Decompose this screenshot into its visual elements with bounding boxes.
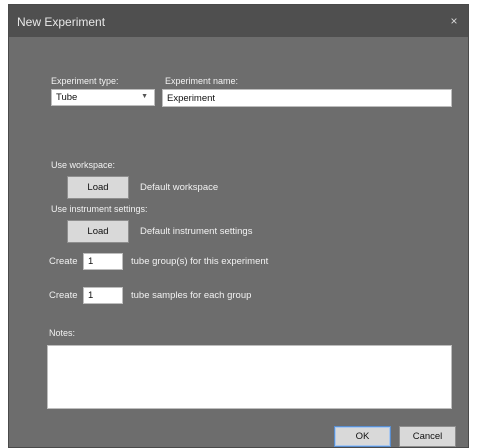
cancel-button[interactable]: Cancel [399,426,456,447]
load-instrument-settings-button[interactable]: Load [67,220,129,243]
close-icon[interactable]: × [446,13,462,29]
tube-samples-suffix: tube samples for each group [131,290,252,301]
experiment-type-select[interactable]: Tube ▼ [51,89,155,106]
use-workspace-label: Use workspace: [51,160,116,170]
chevron-down-icon: ▼ [141,93,148,100]
use-instrument-settings-label: Use instrument settings: [51,204,148,214]
create-tube-groups-label: Create [49,256,78,267]
load-workspace-button[interactable]: Load [67,176,129,199]
create-tube-samples-label: Create [49,290,78,301]
tube-groups-suffix: tube group(s) for this experiment [131,256,269,267]
default-instrument-settings-text: Default instrument settings [140,226,253,237]
experiment-name-input[interactable] [162,89,452,107]
ok-button[interactable]: OK [334,426,391,447]
dialog-title: New Experiment [17,15,106,29]
experiment-type-value: Tube [56,92,78,103]
default-workspace-text: Default workspace [140,182,219,193]
notes-textarea[interactable] [47,345,452,409]
tube-samples-input[interactable] [83,287,123,304]
new-experiment-dialog: New Experiment × Experiment type: Experi… [8,4,469,448]
experiment-type-label: Experiment type: [51,76,119,86]
tube-groups-input[interactable] [83,253,123,270]
dialog-titlebar[interactable]: New Experiment × [9,5,468,37]
experiment-name-label: Experiment name: [165,76,239,86]
notes-label: Notes: [49,328,76,338]
